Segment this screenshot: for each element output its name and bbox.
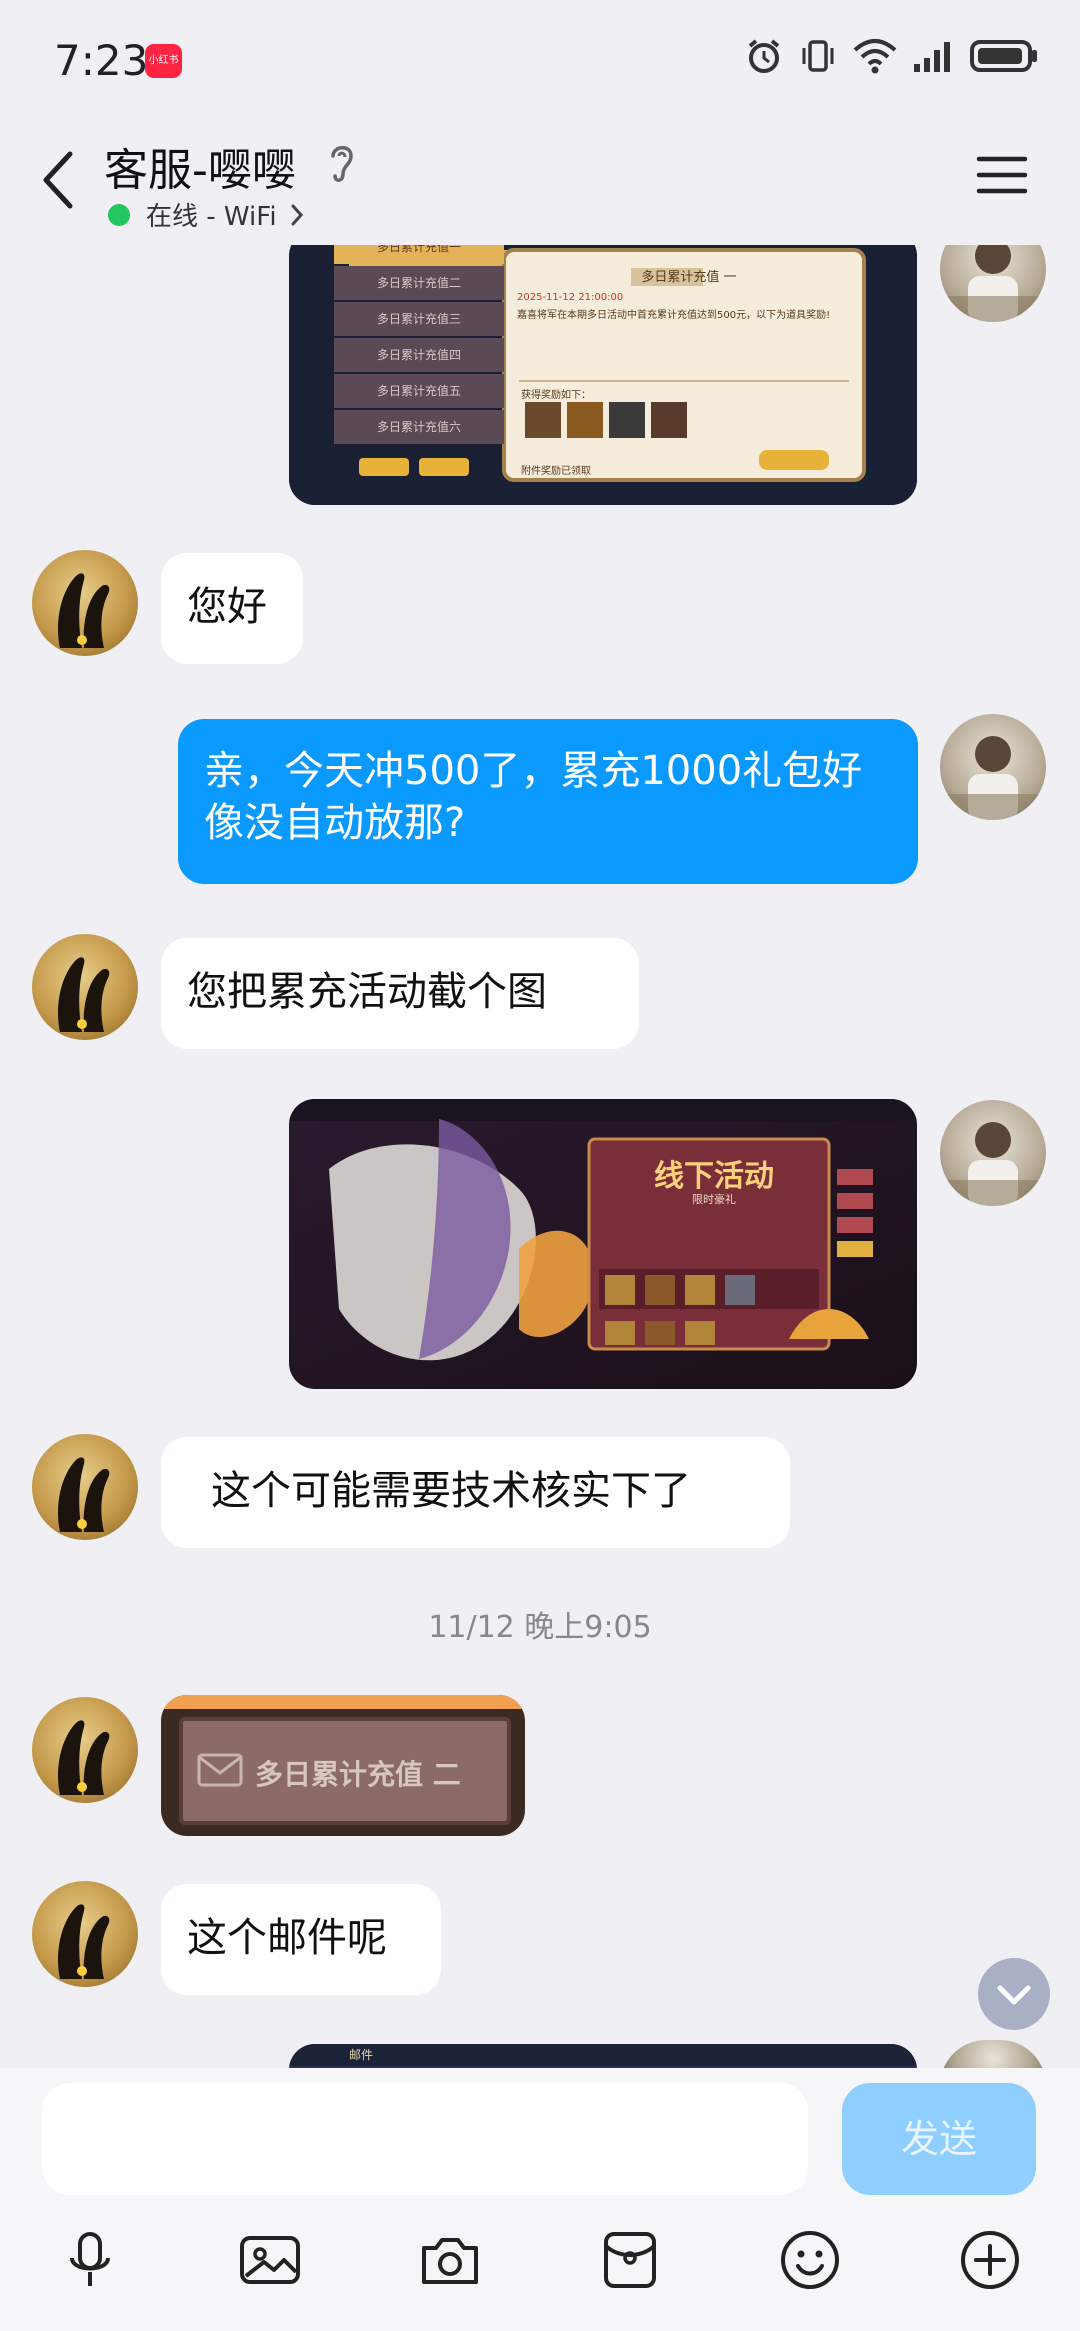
agent-avatar[interactable] [32,1434,138,1540]
online-status-dot [108,203,130,226]
send-button[interactable]: 发送 [842,2083,1036,2195]
chevron-down-icon [997,1985,1031,2005]
status-time: 7:23 [54,36,149,85]
image-message-event-screenshot[interactable]: 线下活动 限时豪礼 [289,1099,917,1389]
screenshot-mail-label: 邮件 [349,2048,374,2062]
emoji-icon[interactable] [778,2228,842,2292]
notification-app-icon: 小红书 [145,44,182,78]
agent-avatar[interactable] [32,550,138,656]
screenshot-topbar [289,2044,917,2066]
chat-timestamp: 11/12 晚上9:05 [428,1610,652,1645]
agent-avatar[interactable] [32,934,138,1040]
user-avatar-photo [940,736,1046,820]
mail-rewards-label: 获得奖励如下： [521,390,591,401]
mail-card-body: 多日累计充值 二 [179,1717,511,1825]
image-message-mail-card[interactable]: 多日累计充值 二 [161,1695,525,1836]
image-message-activity-mail[interactable]: 多日累计充值一 多日累计充值二 多日累计充值三 多日累计充值四 多日累计充值五 … [289,230,917,505]
message-bubble-incoming[interactable]: 这个邮件呢 [161,1884,441,1995]
mail-tab: 多日累计充值六 [334,410,504,444]
mail-detail-title: 多日累计充值 一 [641,270,737,285]
penguin-silhouette-icon [57,1720,110,1795]
menu-icon[interactable] [975,153,1029,197]
vibrate-icon [802,40,834,72]
mail-tab: 多日累计充值四 [334,338,504,372]
camera-icon[interactable] [418,2228,482,2292]
chat-title: 客服-嘤嘤 [104,145,296,196]
user-avatar-photo [940,1122,1046,1206]
message-input[interactable] [42,2083,808,2195]
message-bubble-incoming[interactable]: 您好 [161,553,303,664]
plus-icon[interactable] [958,2228,1022,2292]
mail-detail-text: 嘉喜将军在本期多日活动中首充累计充值达到500元，以下为道具奖励! [517,310,831,321]
message-bubble-incoming[interactable]: 这个可能需要技术核实下了 [161,1437,790,1548]
ear-icon[interactable] [325,140,359,186]
scroll-to-bottom-button[interactable] [978,1958,1050,2030]
alarm-icon [748,39,780,73]
status-icons [744,36,1040,76]
mail-card-title: 多日累计充值 二 [255,1758,461,1791]
message-bubble-incoming[interactable]: 您把累充活动截个图 [161,938,639,1049]
signal-icon [914,42,950,72]
event-banner-title: 线下活动 [654,1159,774,1194]
penguin-silhouette-icon [57,957,110,1032]
back-arrow-icon[interactable] [36,148,80,212]
penguin-silhouette-icon [57,1457,110,1532]
mail-detail-date: 2025-11-12 21:00:00 [517,292,624,303]
event-banner-sub: 限时豪礼 [692,1193,736,1206]
mail-footer-text: 附件奖励已领取 [521,466,591,477]
microphone-icon[interactable] [58,2228,122,2292]
user-avatar[interactable] [940,714,1046,820]
agent-avatar[interactable] [32,1881,138,1987]
user-avatar[interactable] [940,1100,1046,1206]
battery-icon [970,40,1037,72]
mail-tab-list: 多日累计充值一 多日累计充值二 多日累计充值三 多日累计充值四 多日累计充值五 … [334,230,504,446]
agent-avatar[interactable] [32,1697,138,1803]
screenshot-event-page [289,1099,917,1389]
red-packet-icon[interactable] [598,2228,662,2292]
status-bar: 7:23 小红书 [0,0,1080,120]
mail-tab: 多日累计充值二 [334,266,504,300]
card-top-strip [161,1695,525,1709]
mail-tab: 多日累计充值五 [334,374,504,408]
envelope-icon [197,1753,243,1787]
contact-status[interactable]: 在线 - WiFi [108,196,305,233]
wifi-icon [853,39,897,74]
message-bubble-outgoing[interactable]: 亲，今天冲500了，累充1000礼包好像没自动放那? [178,719,918,884]
mail-tab: 多日累计充值三 [334,302,504,336]
contact-status-text: 在线 - WiFi [146,202,277,232]
penguin-silhouette-icon [57,1904,110,1979]
chevron-right-icon [291,204,303,225]
image-icon[interactable] [238,2228,302,2292]
penguin-silhouette-icon [57,573,110,648]
